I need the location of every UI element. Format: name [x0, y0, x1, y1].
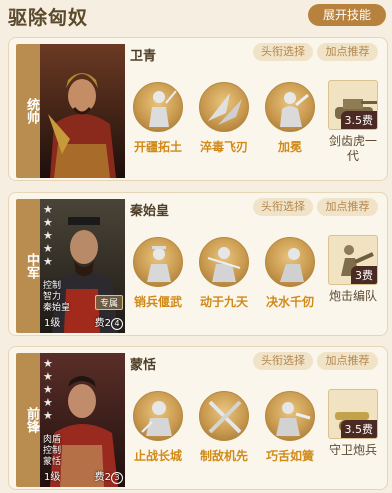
- soldier-figure-icon: [199, 237, 249, 287]
- skill-slot[interactable]: 开疆拓土: [128, 82, 188, 155]
- tactic-slot[interactable]: 3费 炮击编队: [325, 235, 381, 304]
- hero-level: 1级: [44, 318, 61, 329]
- skill-label: 决水千仞: [265, 295, 314, 309]
- star-icon: ★: [43, 357, 53, 370]
- skill-slot[interactable]: 淬毒飞刃: [194, 82, 254, 155]
- page-title: 驱除匈奴: [8, 7, 89, 29]
- star-icon: ★: [43, 255, 53, 268]
- general-figure-icon: [133, 82, 183, 132]
- hero-portrait[interactable]: ★ ★ ★ ★ ★ 控制 智力 秦始皇 专属 1级 费2 4: [40, 199, 125, 333]
- skill-slot[interactable]: 巧舌如簧: [260, 391, 320, 464]
- tactic-label: 剑齿虎一代: [328, 134, 377, 163]
- star-icon: ★: [43, 383, 53, 396]
- exclusive-badge: 专属: [94, 295, 123, 310]
- hero-name: 卫青: [130, 49, 157, 64]
- hero-tag: 秦始皇: [43, 303, 71, 313]
- position-label: 前锋: [24, 407, 39, 433]
- stack-count-icon: 3: [111, 472, 123, 484]
- tactic-label: 炮击编队: [328, 289, 377, 303]
- skill-label: 巧舌如簧: [265, 449, 314, 463]
- tactic-cost: 3.5费: [340, 420, 377, 438]
- position-strip: 前锋: [16, 353, 40, 487]
- point-recommend-button[interactable]: 加点推荐: [317, 198, 378, 216]
- hero-portrait[interactable]: ★ ★ ★ ★ ★ 肉盾 控制 蒙恬 1级 费2 3: [40, 353, 125, 487]
- skill-label: 止战长城: [133, 449, 182, 463]
- star-icon: ★: [43, 203, 53, 216]
- position-strip: 统帅: [16, 44, 40, 178]
- tactic-slot[interactable]: 3.5费 剑齿虎一代: [325, 80, 381, 164]
- star-icon: ★: [43, 409, 53, 422]
- star-icon: ★: [43, 396, 53, 409]
- position-strip: 中军: [16, 199, 40, 333]
- skill-slot[interactable]: 动于九天: [194, 237, 254, 310]
- stack-count-icon: 4: [111, 318, 123, 330]
- hero-cost: 费2: [94, 318, 111, 329]
- skill-slot[interactable]: 加冕: [260, 82, 320, 155]
- artillery-squad-icon: 3费: [328, 235, 378, 285]
- flying-blades-icon: [199, 82, 249, 132]
- skill-label: 淬毒飞刃: [199, 140, 248, 154]
- speaking-figure-icon: [265, 391, 315, 441]
- skill-slot[interactable]: 止战长城: [128, 391, 188, 464]
- hero-portrait[interactable]: [40, 44, 125, 178]
- point-recommend-button[interactable]: 加点推荐: [317, 352, 378, 370]
- title-select-button[interactable]: 头衔选择: [253, 198, 313, 216]
- hero-tag: 蒙恬: [43, 457, 62, 467]
- emperor-figure-icon: [133, 237, 183, 287]
- kneeling-figure-icon: [265, 237, 315, 287]
- hero-level: 1级: [44, 472, 61, 483]
- skill-slot[interactable]: 制敌机先: [194, 391, 254, 464]
- hero-tags: 控制 智力 秦始皇: [43, 281, 70, 314]
- hero-tag: 智力: [43, 292, 62, 302]
- expand-skills-button[interactable]: 展开技能: [308, 4, 386, 26]
- skill-label: 加冕: [277, 140, 302, 154]
- position-label: 中军: [24, 253, 39, 279]
- hero-card-vanguard: 前锋 ★ ★ ★ ★ ★ 肉盾 控制 蒙恬 1级 费2 3 蒙恬 头衔选择 加点…: [8, 346, 388, 490]
- hero-card-commander: 统帅 卫青 头衔选择 加点推荐 开疆拓土 淬毒飞刃 加冕 3.5费 剑齿虎一代: [8, 37, 388, 181]
- hero-tags: 肉盾 控制 蒙恬: [43, 435, 61, 468]
- tactic-cost: 3.5费: [340, 111, 377, 129]
- hero-name: 秦始皇: [130, 204, 170, 219]
- weiqing-portrait-art: [40, 44, 125, 178]
- hero-tag: 控制: [43, 281, 62, 291]
- skill-label: 制敌机先: [199, 449, 248, 463]
- star-icon: ★: [43, 229, 53, 242]
- page-header: 驱除匈奴 展开技能: [0, 0, 392, 34]
- skill-label: 开疆拓土: [133, 140, 182, 154]
- hero-tag: 肉盾: [43, 435, 62, 445]
- hero-cost: 费2: [94, 472, 111, 483]
- title-select-button[interactable]: 头衔选择: [253, 43, 313, 61]
- hero-tag: 控制: [43, 446, 62, 456]
- star-rating: ★ ★ ★ ★ ★: [43, 357, 57, 422]
- cannon-icon: 3.5费: [328, 389, 378, 439]
- skill-slot[interactable]: 销兵偃武: [128, 237, 188, 310]
- hero-card-center: 中军 ★ ★ ★ ★ ★ 控制 智力 秦始皇 专属 1级 费2 4 秦始皇 头衔…: [8, 192, 388, 336]
- tactic-label: 守卫炮兵: [328, 443, 377, 457]
- skill-slot[interactable]: 决水千仞: [260, 237, 320, 310]
- star-icon: ★: [43, 242, 53, 255]
- crossed-swords-icon: [199, 391, 249, 441]
- skill-label: 销兵偃武: [133, 295, 182, 309]
- tactic-cost: 3费: [351, 266, 377, 284]
- tank-icon: 3.5费: [328, 80, 378, 130]
- helmet-warrior-icon: [133, 391, 183, 441]
- point-recommend-button[interactable]: 加点推荐: [317, 43, 378, 61]
- title-select-button[interactable]: 头衔选择: [253, 352, 313, 370]
- star-icon: ★: [43, 370, 53, 383]
- crowning-figure-icon: [265, 82, 315, 132]
- star-icon: ★: [43, 216, 53, 229]
- hero-name: 蒙恬: [130, 358, 157, 373]
- skill-label: 动于九天: [199, 295, 248, 309]
- tactic-slot[interactable]: 3.5费 守卫炮兵: [325, 389, 381, 458]
- star-rating: ★ ★ ★ ★ ★: [43, 203, 57, 268]
- position-label: 统帅: [24, 98, 39, 124]
